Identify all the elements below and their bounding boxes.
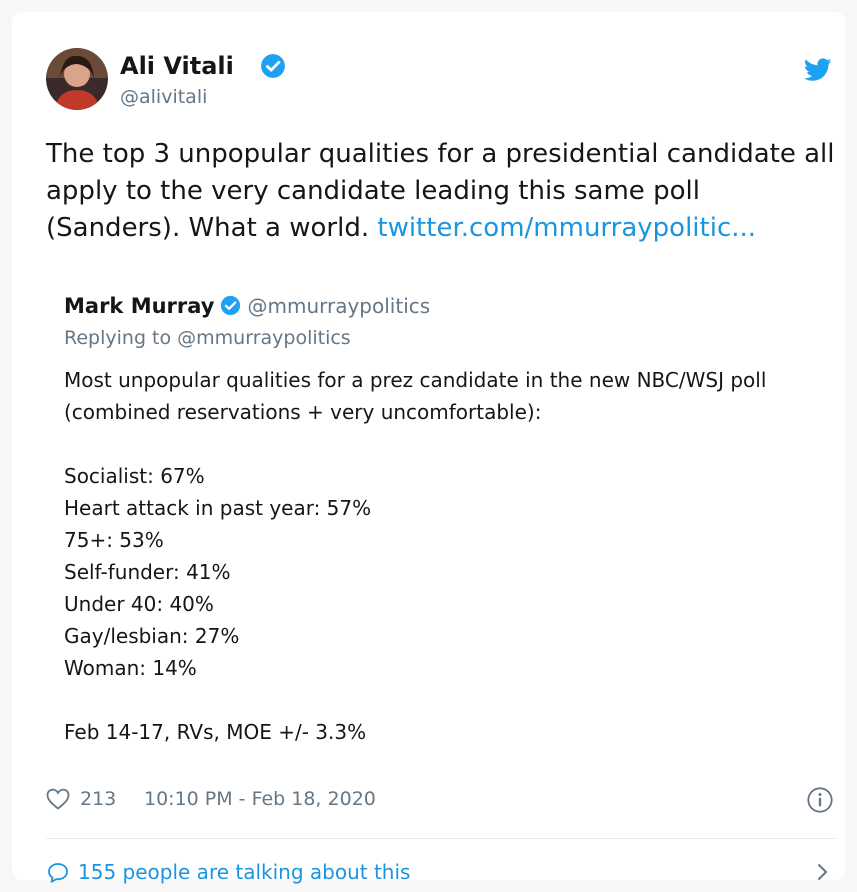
author-display-name[interactable]: Ali Vitali	[120, 52, 234, 80]
author-handle[interactable]: @alivitali	[120, 86, 207, 108]
tweet-text: The top 3 unpopular qualities for a pres…	[46, 136, 841, 247]
poll-item: Woman: 14%	[64, 656, 197, 680]
timestamp[interactable]: 10:10 PM - Feb 18, 2020	[144, 788, 376, 810]
quoted-author-handle[interactable]: @mmurraypolitics	[247, 294, 430, 318]
quoted-tweet-link[interactable]: twitter.com/mmurraypolitic...	[377, 213, 756, 243]
tweet-meta: 213 10:10 PM - Feb 18, 2020	[46, 786, 836, 816]
poll-item: Self-funder: 41%	[64, 560, 231, 584]
heart-icon[interactable]	[46, 788, 70, 810]
conversation-link[interactable]: 155 people are talking about this	[46, 859, 836, 889]
quoted-author-display-name[interactable]: Mark Murray	[64, 294, 214, 318]
twitter-bird-icon[interactable]	[804, 58, 832, 82]
info-icon[interactable]	[806, 786, 834, 814]
replying-to: Replying to @mmurraypolitics	[64, 327, 351, 349]
divider	[46, 838, 836, 839]
poll-item: Heart attack in past year: 57%	[64, 496, 372, 520]
chevron-right-icon[interactable]	[814, 859, 832, 885]
quoted-tweet-body: Most unpopular qualities for a prez cand…	[64, 364, 804, 748]
like-count[interactable]: 213	[80, 788, 116, 810]
poll-item: Under 40: 40%	[64, 592, 214, 616]
avatar[interactable]	[46, 48, 108, 110]
poll-item: 75+: 53%	[64, 528, 164, 552]
tweet-card: Ali Vitali @alivitali The top 3 unpopula…	[12, 12, 845, 884]
quoted-intro: Most unpopular qualities for a prez cand…	[64, 368, 767, 424]
talking-count[interactable]: 155 people are talking about this	[78, 860, 410, 884]
poll-item: Gay/lesbian: 27%	[64, 624, 240, 648]
verified-badge-icon	[221, 295, 241, 316]
poll-footer: Feb 14-17, RVs, MOE +/- 3.3%	[64, 720, 367, 744]
quoted-tweet-header: Mark Murray @mmurraypolitics	[64, 294, 430, 318]
verified-badge-icon	[261, 54, 285, 78]
poll-item: Socialist: 67%	[64, 464, 205, 488]
speech-bubble-icon	[48, 863, 68, 883]
